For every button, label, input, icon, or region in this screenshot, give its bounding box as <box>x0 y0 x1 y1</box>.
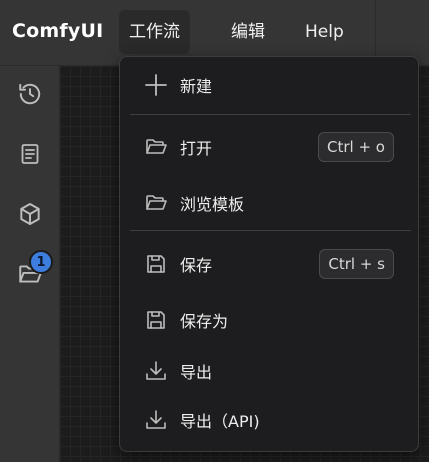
menu-help[interactable]: Help <box>295 10 354 54</box>
menu-item-label: 打开 <box>180 139 213 158</box>
book-icon <box>18 142 42 166</box>
menu-item-label: 保存为 <box>180 312 229 331</box>
notification-badge: 1 <box>29 250 53 274</box>
menu-item-save[interactable]: 保存 Ctrl + s <box>120 242 418 286</box>
library-button[interactable] <box>15 139 45 169</box>
menu-item-save-as[interactable]: 保存为 <box>120 298 418 342</box>
cube-icon <box>17 201 43 227</box>
models-button[interactable] <box>15 199 45 229</box>
menu-item-export[interactable]: 导出 <box>120 349 418 393</box>
shortcut-hint: Ctrl + s <box>319 249 394 279</box>
menu-item-open[interactable]: 打开 Ctrl + o <box>120 125 418 169</box>
plus-icon <box>143 72 169 98</box>
workflow-menu-dropdown: 新建 打开 Ctrl + o 浏览模板 保存 Ctrl + s 保存为 导出 导… <box>119 56 419 452</box>
shortcut-hint: Ctrl + o <box>318 132 394 162</box>
save-icon <box>143 251 169 277</box>
download-icon <box>143 358 169 384</box>
menu-item-label: 导出（API) <box>180 412 260 431</box>
folder-open-icon <box>143 134 169 160</box>
folder-open-icon <box>143 190 169 216</box>
menu-item-export-api[interactable]: 导出（API) <box>120 398 418 442</box>
menu-item-label: 保存 <box>180 256 213 275</box>
history-icon <box>17 81 43 107</box>
menu-item-label: 浏览模板 <box>180 195 245 214</box>
menu-separator <box>130 114 411 115</box>
menu-edit[interactable]: 编辑 <box>221 10 275 54</box>
menu-separator <box>130 230 411 231</box>
download-icon <box>143 407 169 433</box>
menu-item-new[interactable]: 新建 <box>120 63 418 107</box>
menu-item-label: 新建 <box>180 77 213 96</box>
save-icon <box>143 307 169 333</box>
menu-workflow[interactable]: 工作流 <box>119 10 190 54</box>
menu-item-browse-templates[interactable]: 浏览模板 <box>120 181 418 225</box>
menu-item-label: 导出 <box>180 363 213 382</box>
history-button[interactable] <box>15 79 45 109</box>
app-logo-text[interactable]: ComfyUI <box>12 20 103 42</box>
